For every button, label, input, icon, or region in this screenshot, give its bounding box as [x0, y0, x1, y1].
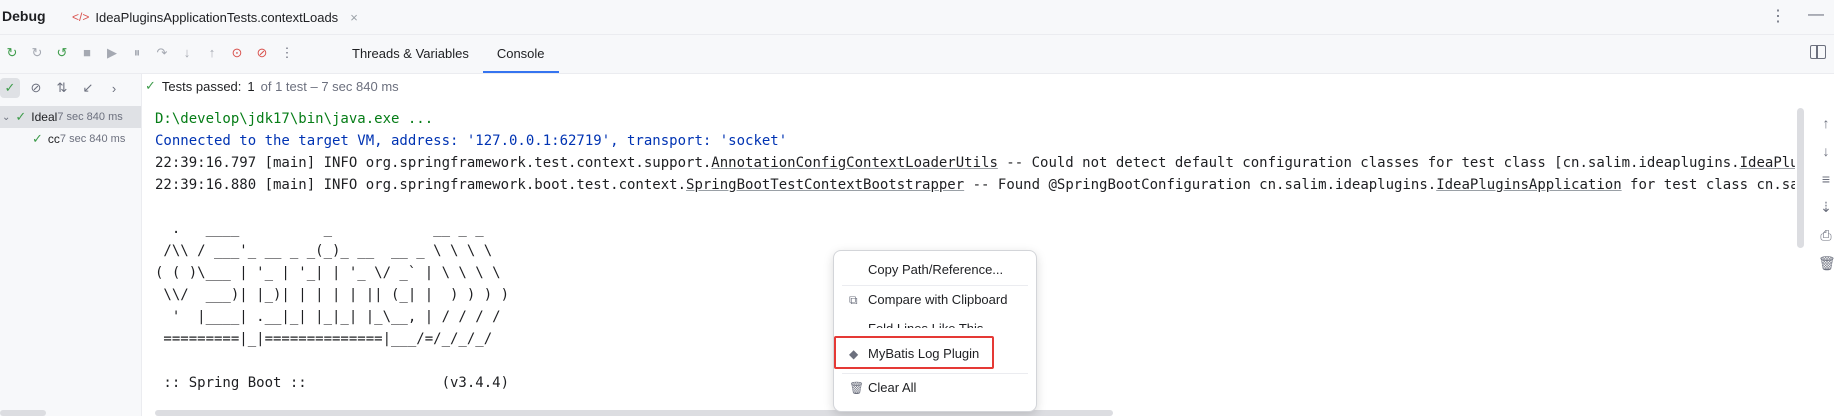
tab-console[interactable]: Console — [482, 35, 559, 73]
log-text: for test class cn.salim.ideap — [1630, 177, 1795, 193]
scroll-to-end-icon[interactable]: ⇣ — [1818, 199, 1834, 215]
menu-separator — [842, 285, 1028, 286]
expand-chevron-icon[interactable]: › — [104, 78, 124, 98]
menu-item-compare-clipboard[interactable]: ⧉ Compare with Clipboard — [834, 288, 1036, 312]
up-arrow-icon[interactable]: ↑ — [1818, 115, 1834, 131]
print-icon[interactable]: ⎙ — [1818, 227, 1834, 243]
step-out-icon[interactable]: ↑ — [204, 45, 220, 61]
console-connected-line: Connected to the target VM, address: '12… — [155, 133, 788, 149]
banner-line: . ____ _ __ _ _ — [155, 221, 484, 237]
tab-threads-variables[interactable]: Threads & Variables — [338, 35, 483, 73]
pause-icon[interactable]: ⏸ — [129, 45, 145, 61]
layout-settings-icon[interactable] — [1810, 45, 1826, 59]
class-link[interactable]: SpringBootTestContextBootstrapper — [686, 177, 964, 193]
mute-breakpoints-icon[interactable]: ⊘ — [254, 45, 270, 61]
compare-icon: ⧉ — [849, 293, 858, 307]
import-tests-icon[interactable]: ↙ — [78, 78, 98, 98]
tree-item-test-method[interactable]: ✓ cc 7 sec 840 ms — [0, 128, 173, 150]
log-text: 22:39:16.880 [main] INFO org.springframe… — [155, 177, 687, 193]
console-vertical-scrollbar[interactable] — [1797, 108, 1804, 248]
more-options-icon[interactable]: ⋮ — [1770, 6, 1786, 26]
class-link[interactable]: IdeaPluginsApplic — [1740, 155, 1795, 171]
tree-item-label: cc — [47, 132, 60, 146]
menu-separator — [842, 373, 1028, 374]
test-tree-panel: ✓ ⊘ ⇅ ↙ › ⌄ ✓ Ideal 7 sec 840 ms ✓ cc 7 … — [0, 74, 142, 416]
rerun-icon[interactable]: ↻ — [4, 45, 20, 61]
debug-toolbar: ↻ ↻ ↺ ■ ▶ ⏸ ↷ ↓ ↑ ⊙ ⊘ ⋮ Threads & Variab… — [0, 35, 1834, 74]
console-log-line: 22:39:16.880 [main] INFO org.springframe… — [155, 174, 1795, 196]
tree-item-duration: 7 sec 840 ms — [59, 133, 126, 145]
view-breakpoints-icon[interactable]: ⊙ — [229, 45, 245, 61]
down-arrow-icon[interactable]: ↓ — [1818, 143, 1834, 159]
tool-window-title: Debug — [2, 8, 46, 24]
log-text: -- Could not detect default configuratio… — [997, 155, 1740, 171]
console-log-line: 22:39:16.797 [main] INFO org.springframe… — [155, 152, 1795, 174]
minimize-icon[interactable]: — — [1808, 6, 1824, 26]
passed-check-icon: ✓ — [15, 109, 27, 124]
run-config-tab-label: IdeaPluginsApplicationTests.contextLoads — [95, 9, 339, 25]
show-ignored-icon[interactable]: ⊘ — [26, 78, 46, 98]
annotation-highlight-box — [834, 336, 994, 369]
run-config-tab[interactable]: </> IdeaPluginsApplicationTests.contextL… — [62, 0, 368, 34]
class-link[interactable]: AnnotationConfigContextLoaderUtils — [711, 155, 998, 171]
tree-horizontal-scrollbar[interactable] — [0, 410, 46, 416]
context-menu: Copy Path/Reference... ⧉ Compare with Cl… — [833, 250, 1037, 412]
rerun-automatically-icon[interactable]: ↺ — [54, 45, 70, 61]
close-tab-icon[interactable]: × — [350, 10, 358, 25]
title-bar: Debug </> IdeaPluginsApplicationTests.co… — [0, 0, 1834, 35]
test-class-icon: </> — [72, 10, 90, 24]
soft-wrap-icon[interactable]: ≡ — [1818, 171, 1834, 187]
passed-check-icon: ✓ — [32, 131, 43, 146]
tree-item-test-class[interactable]: ⌄ ✓ Ideal 7 sec 840 ms — [0, 106, 141, 128]
step-over-icon[interactable]: ↷ — [154, 45, 170, 61]
log-text: -- Found @SpringBootConfiguration cn.sal… — [964, 177, 1437, 193]
sort-icon[interactable]: ⇅ — [52, 78, 72, 98]
tests-passed-detail: of 1 test – 7 sec 840 ms — [260, 78, 399, 94]
step-into-icon[interactable]: ↓ — [179, 45, 195, 61]
menu-item-copy-path[interactable]: Copy Path/Reference... — [834, 258, 1036, 282]
trash-icon: 🗑 — [849, 381, 865, 395]
more-actions-icon[interactable]: ⋮ — [279, 45, 295, 61]
tree-item-label: Ideal — [31, 110, 58, 124]
test-status: ✓ Tests passed: 1 of 1 test – 7 sec 840 … — [145, 78, 399, 94]
console-command-line: D:\develop\jdk17\bin\java.exe ... — [155, 111, 434, 127]
resume-icon[interactable]: ▶ — [104, 45, 120, 61]
console-side-toolbar: ↑ ↓ ≡ ⇣ ⎙ 🗑 — [1818, 115, 1834, 271]
tests-passed-icon: ✓ — [145, 78, 156, 93]
class-link[interactable]: IdeaPluginsApplication — [1436, 177, 1621, 193]
stop-icon[interactable]: ■ — [79, 45, 95, 61]
menu-item-clear-all[interactable]: 🗑 Clear All — [834, 376, 1036, 400]
show-passed-icon[interactable]: ✓ — [0, 78, 20, 98]
tests-passed-label: Tests passed: — [161, 78, 242, 94]
trash-icon[interactable]: 🗑 — [1818, 255, 1834, 271]
tests-passed-count: 1 — [247, 78, 255, 94]
rerun-failed-icon[interactable]: ↻ — [29, 45, 45, 61]
log-text: 22:39:16.797 [main] INFO org.springframe… — [155, 155, 712, 171]
expand-arrow-icon[interactable]: ⌄ — [2, 112, 10, 123]
menu-item-fold-lines[interactable]: Fold Lines Like This — [834, 317, 1036, 328]
tree-item-duration: 7 sec 840 ms — [57, 111, 123, 123]
